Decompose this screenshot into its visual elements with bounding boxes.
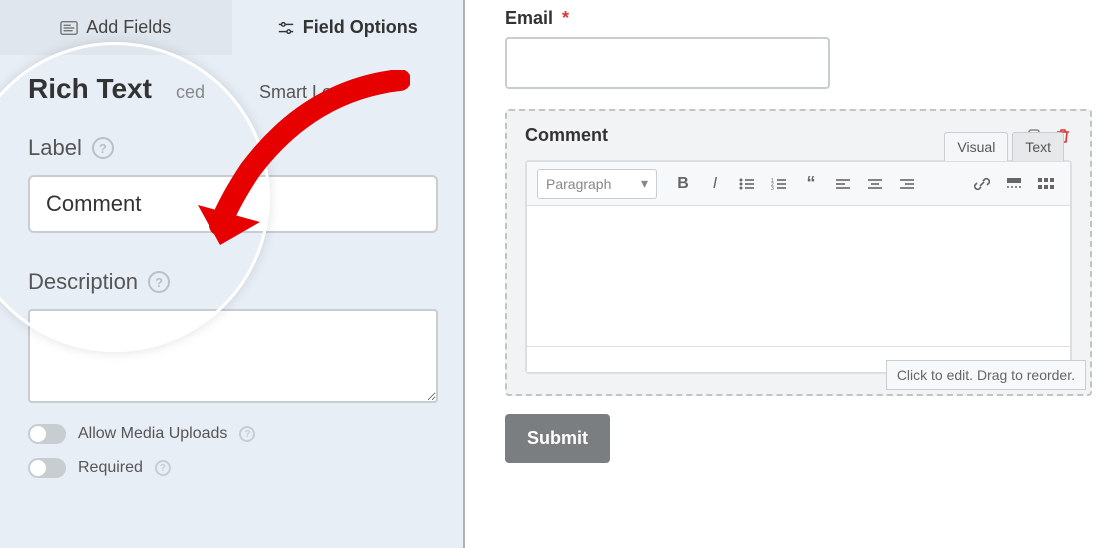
tab-label: Add Fields xyxy=(86,17,171,38)
form-icon xyxy=(60,20,78,36)
align-right-button[interactable] xyxy=(893,170,921,198)
format-value: Paragraph xyxy=(546,176,611,192)
email-field[interactable]: Email * xyxy=(505,8,1092,89)
toggle-switch[interactable] xyxy=(28,424,66,444)
label-section-title: Label ? xyxy=(28,135,435,161)
section-title-text: Label xyxy=(28,135,82,161)
comment-field-selected[interactable]: Comment Visual Text Paragraph ▾ B xyxy=(505,109,1092,396)
toggle-switch[interactable] xyxy=(28,458,66,478)
required-mark: * xyxy=(562,8,569,28)
svg-text:3: 3 xyxy=(771,186,774,191)
toggle-label: Required xyxy=(78,459,143,477)
tab-add-fields[interactable]: Add Fields xyxy=(0,0,232,55)
builder-sidebar: Add Fields Field Options Rich Text ced S… xyxy=(0,0,465,548)
rich-text-editor: Visual Text Paragraph ▾ B I 123 “ xyxy=(525,160,1072,374)
help-icon[interactable]: ? xyxy=(92,137,114,159)
tab-field-options[interactable]: Field Options xyxy=(232,0,464,55)
chevron-down-icon: ▾ xyxy=(641,175,648,192)
smart-logic-link[interactable]: Smart Logic xyxy=(259,82,435,103)
field-type-id-fragment: ced xyxy=(176,82,205,103)
description-textarea[interactable] xyxy=(28,309,438,403)
toggle-required: Required ? xyxy=(28,458,435,478)
description-section-title: Description ? xyxy=(28,269,435,295)
editor-tabs: Visual Text xyxy=(944,132,1064,161)
email-input[interactable] xyxy=(505,37,830,89)
field-label: Comment xyxy=(525,125,608,146)
submit-button[interactable]: Submit xyxy=(505,414,610,463)
form-preview: Email * Comment Visual Text xyxy=(465,0,1116,548)
editor-content-area[interactable] xyxy=(527,206,1070,346)
section-title-text: Description xyxy=(28,269,138,295)
help-icon[interactable]: ? xyxy=(148,271,170,293)
tab-label: Field Options xyxy=(303,17,418,38)
sidebar-tabs: Add Fields Field Options xyxy=(0,0,463,55)
reorder-hint: Click to edit. Drag to reorder. xyxy=(886,360,1086,390)
bullet-list-button[interactable] xyxy=(733,170,761,198)
toggle-allow-media: Allow Media Uploads ? xyxy=(28,424,435,444)
format-dropdown[interactable]: Paragraph ▾ xyxy=(537,169,657,199)
align-left-button[interactable] xyxy=(829,170,857,198)
label-section: Label ? xyxy=(28,135,435,233)
editor-tab-visual[interactable]: Visual xyxy=(944,132,1008,161)
bold-button[interactable]: B xyxy=(669,170,697,198)
field-type-name: Rich Text xyxy=(28,73,152,105)
sliders-icon xyxy=(277,20,295,36)
help-icon[interactable]: ? xyxy=(239,426,255,442)
link-button[interactable] xyxy=(968,170,996,198)
blockquote-button[interactable]: “ xyxy=(797,170,825,198)
editor-toolbar: Paragraph ▾ B I 123 “ xyxy=(527,162,1070,206)
label-text: Email xyxy=(505,8,553,28)
numbered-list-button[interactable]: 123 xyxy=(765,170,793,198)
insert-more-button[interactable] xyxy=(1000,170,1028,198)
editor-tab-text[interactable]: Text xyxy=(1012,132,1064,161)
field-type-header: Rich Text ced Smart Logic xyxy=(28,73,435,105)
toggle-options: Allow Media Uploads ? Required ? xyxy=(0,418,463,498)
align-center-button[interactable] xyxy=(861,170,889,198)
help-icon[interactable]: ? xyxy=(155,460,171,476)
italic-button[interactable]: I xyxy=(701,170,729,198)
toolbar-toggle-button[interactable] xyxy=(1032,170,1060,198)
toggle-label: Allow Media Uploads xyxy=(78,425,227,443)
description-section: Description ? xyxy=(28,269,435,408)
label-input[interactable] xyxy=(28,175,438,233)
field-label: Email * xyxy=(505,8,1092,29)
field-options-panel: Rich Text ced Smart Logic Label ? Descri… xyxy=(0,55,463,418)
